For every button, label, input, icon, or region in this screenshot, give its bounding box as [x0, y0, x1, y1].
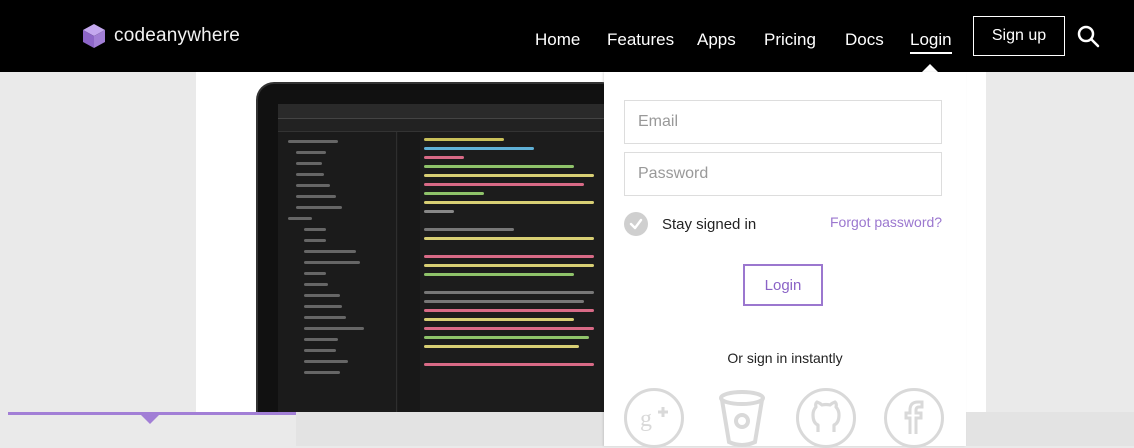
- stay-signed-in-checkbox[interactable]: [624, 212, 648, 236]
- brand-name: codeanywhere: [114, 25, 240, 46]
- checkmark-icon: [629, 218, 643, 230]
- forgot-password-link[interactable]: Forgot password?: [830, 214, 942, 230]
- search-icon[interactable]: [1076, 24, 1100, 48]
- svg-text:g: g: [640, 406, 652, 432]
- bitbucket-signin-button[interactable]: [712, 388, 772, 448]
- nav-docs-link[interactable]: Docs: [845, 30, 884, 50]
- login-dropdown-caret: [922, 64, 938, 72]
- facebook-signin-button[interactable]: [884, 388, 944, 448]
- top-nav-bar: codeanywhere Home Features Apps Pricing …: [0, 0, 1134, 72]
- alt-signin-label: Or sign in instantly: [727, 350, 843, 366]
- google-plus-icon: g: [640, 406, 668, 432]
- github-icon: [811, 400, 841, 432]
- password-input[interactable]: [624, 152, 942, 196]
- login-button[interactable]: Login: [743, 264, 823, 306]
- codeanywhere-logo-icon: [83, 24, 105, 48]
- active-section-caret: [141, 415, 159, 424]
- google-plus-signin-button[interactable]: g: [624, 388, 684, 448]
- editor-file-tree: [278, 132, 397, 424]
- nav-home-link[interactable]: Home: [535, 30, 580, 50]
- facebook-icon: [904, 400, 924, 434]
- laptop-screenshot: [256, 82, 620, 424]
- editor-gutter: [398, 132, 420, 424]
- login-dropdown: Stay signed in Forgot password? Login Or…: [604, 72, 966, 448]
- editor-menu-bar: [278, 104, 608, 119]
- editor-toolbar: [278, 119, 608, 132]
- brand[interactable]: codeanywhere: [80, 22, 240, 50]
- signup-button[interactable]: Sign up: [973, 16, 1065, 56]
- email-input[interactable]: [624, 100, 942, 144]
- editor-screen-image: [278, 104, 608, 424]
- nav-features-link[interactable]: Features: [607, 30, 674, 50]
- nav-login-link[interactable]: Login: [910, 30, 952, 54]
- nav-pricing-link[interactable]: Pricing: [764, 30, 816, 50]
- bitbucket-icon: [719, 390, 765, 447]
- github-signin-button[interactable]: [796, 388, 856, 448]
- nav-apps-link[interactable]: Apps: [697, 30, 736, 50]
- stay-signed-in-label: Stay signed in: [662, 216, 757, 233]
- editor-code-area: [424, 132, 608, 424]
